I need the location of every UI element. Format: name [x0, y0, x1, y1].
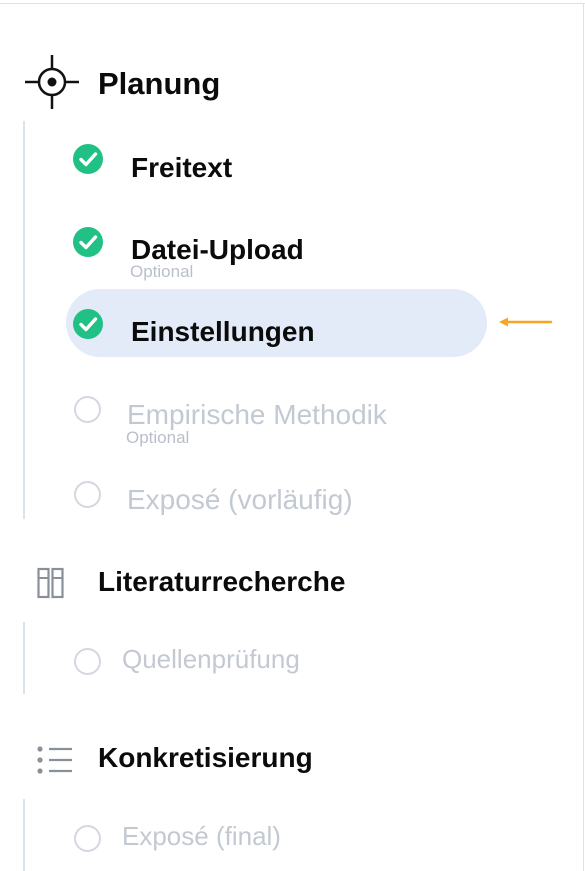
crosshair-icon [23, 53, 81, 116]
step-label: Exposé (vorläufig) [127, 484, 353, 515]
section-title-planung[interactable]: Planung [98, 66, 220, 102]
step-sublabel-optional: Optional [126, 428, 190, 447]
step-empirische-methodik[interactable]: Empirische Methodik Optional [0, 390, 500, 452]
step-label: Empirische Methodik [127, 399, 387, 430]
step-label: Exposé (final) [122, 821, 281, 851]
check-icon [73, 309, 103, 339]
check-icon [73, 227, 103, 257]
step-datei-upload[interactable]: Datei-Upload Optional [0, 222, 500, 286]
step-quellenpruefung[interactable]: Quellenprüfung [0, 642, 500, 682]
section-title-konkretisierung[interactable]: Konkretisierung [98, 742, 313, 774]
step-label: Einstellungen [131, 316, 315, 347]
list-icon [36, 745, 74, 780]
pending-circle-icon [74, 396, 101, 423]
section-title-literaturrecherche[interactable]: Literaturrecherche [98, 566, 345, 598]
step-freitext[interactable]: Freitext [0, 140, 500, 200]
top-divider [0, 3, 585, 4]
step-einstellungen[interactable]: Einstellungen [0, 304, 500, 356]
current-step-arrow-icon [497, 314, 553, 335]
step-sublabel-optional: Optional [130, 262, 194, 281]
check-icon [73, 144, 103, 174]
step-label: Quellenprüfung [122, 644, 300, 674]
pending-circle-icon [74, 481, 101, 508]
right-divider [583, 3, 584, 871]
step-expose-final[interactable]: Exposé (final) [0, 820, 500, 860]
books-icon [37, 567, 65, 604]
pending-circle-icon [74, 648, 101, 675]
pending-circle-icon [74, 825, 101, 852]
step-expose-vorlaeufig[interactable]: Exposé (vorläufig) [0, 476, 500, 524]
step-label: Freitext [131, 152, 233, 183]
